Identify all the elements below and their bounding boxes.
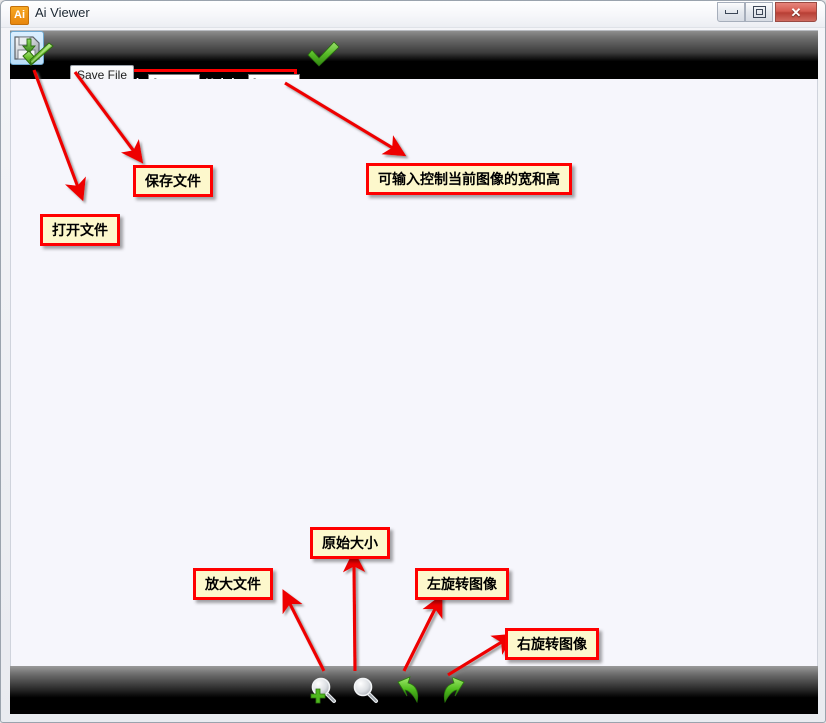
close-button[interactable]: ✕ xyxy=(775,2,817,22)
rotate-right-button[interactable] xyxy=(435,674,469,706)
maximize-icon xyxy=(752,6,766,18)
maximize-button[interactable] xyxy=(745,2,773,22)
original-size-button[interactable] xyxy=(349,674,383,706)
minimize-button[interactable] xyxy=(717,2,745,22)
open-file-icon[interactable] xyxy=(20,39,58,71)
green-arrow-right-icon xyxy=(443,676,465,704)
confirm-check-button[interactable] xyxy=(304,39,342,71)
application-window: Ai Ai Viewer ✕ 0 0 Save File xyxy=(0,0,826,723)
bottom-toolbar xyxy=(10,666,818,714)
rotate-left-button[interactable] xyxy=(393,674,427,706)
title-bar: Ai Ai Viewer ✕ xyxy=(1,1,825,28)
magnifier-plus-icon xyxy=(310,677,336,704)
close-icon: ✕ xyxy=(790,4,802,20)
image-canvas-area[interactable] xyxy=(10,79,818,666)
minimize-icon xyxy=(724,10,738,14)
app-icon: Ai xyxy=(10,6,29,25)
green-check-icon xyxy=(307,41,340,67)
zoom-in-button[interactable] xyxy=(307,674,341,706)
magnifier-icon xyxy=(353,677,378,703)
green-arrow-left-icon xyxy=(397,676,419,704)
window-title: Ai Viewer xyxy=(35,5,90,20)
